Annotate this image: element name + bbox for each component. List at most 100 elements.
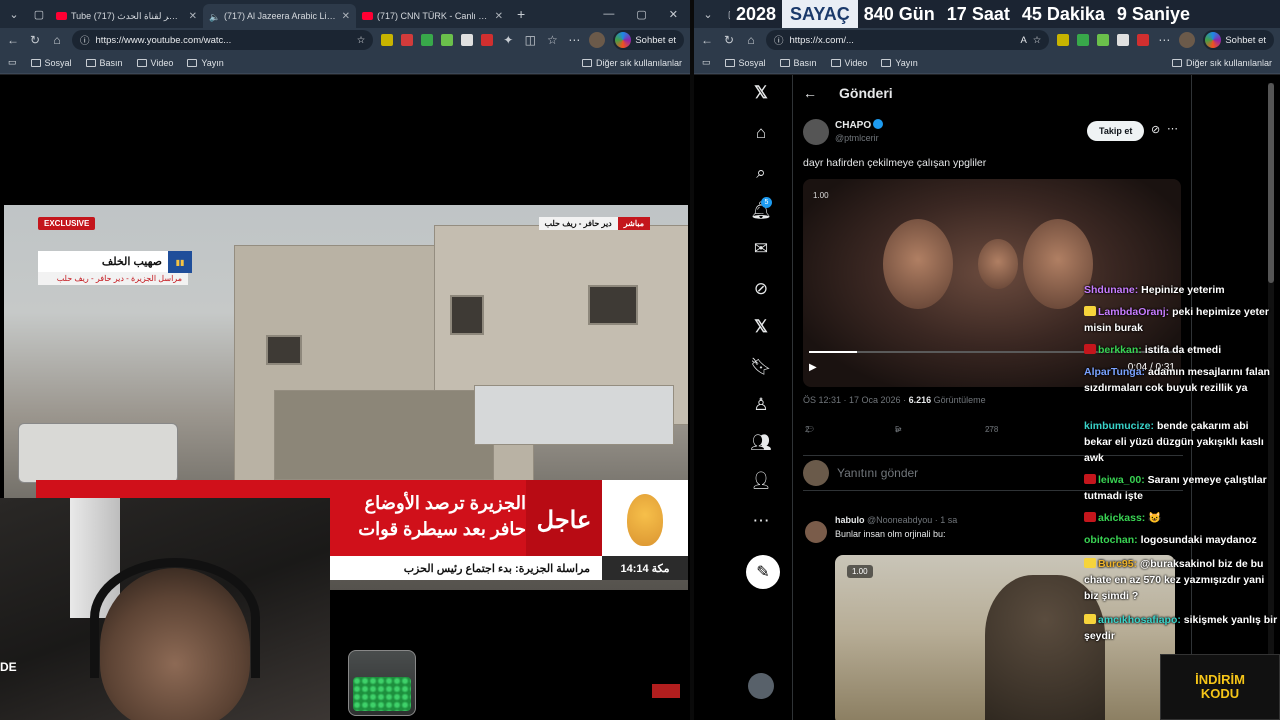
address-bar[interactable]: ⓘ https://www.youtube.com/watc... ☆ bbox=[72, 30, 374, 50]
read-aloud-icon[interactable]: A bbox=[1020, 35, 1026, 46]
back-icon[interactable]: ← bbox=[6, 33, 20, 47]
more-icon[interactable]: ⋯ bbox=[567, 33, 581, 47]
author-name[interactable]: CHAPO bbox=[835, 119, 884, 131]
extension-icon[interactable] bbox=[1077, 34, 1090, 46]
close-tab-icon[interactable]: ✕ bbox=[342, 11, 350, 22]
bookmarks-icon[interactable]: 🔖︎ bbox=[746, 357, 776, 377]
bookmark-label: Basın bbox=[793, 57, 817, 68]
chat-text: 😺 bbox=[1148, 512, 1162, 524]
post-timestamp[interactable]: ÖS 12:31 · 17 Oca 2026 · bbox=[803, 395, 909, 405]
bookmark-folder-sosyal[interactable]: Sosyal bbox=[30, 58, 72, 68]
promo-line-2: KODU bbox=[1200, 686, 1240, 701]
tab-actions-icon[interactable]: ⌄ bbox=[697, 3, 719, 25]
bookmark-folder-sosyal[interactable]: Sosyal bbox=[724, 58, 766, 68]
bookmark-folder-video[interactable]: Video bbox=[830, 58, 867, 68]
compose-post-button[interactable]: ✎ bbox=[746, 555, 780, 589]
extension-icon[interactable] bbox=[441, 34, 454, 46]
home-icon[interactable]: ⌂ bbox=[744, 33, 758, 47]
author-handle[interactable]: @ptmlcerir bbox=[835, 133, 879, 143]
close-tab-icon[interactable]: ✕ bbox=[189, 11, 197, 22]
extension-icon[interactable] bbox=[461, 34, 474, 46]
back-arrow-icon[interactable]: ← bbox=[803, 85, 817, 101]
ticker-headline: الجزيرة ترصد الأوضاع حافر بعد سيطرة قوات bbox=[336, 490, 526, 542]
refresh-icon[interactable]: ↻ bbox=[28, 33, 42, 47]
copilot-label: Sohbet et bbox=[635, 34, 676, 46]
minimize-icon[interactable]: — bbox=[603, 8, 614, 21]
new-tab-icon[interactable]: + bbox=[517, 6, 525, 22]
speaker-icon[interactable]: 🔈 bbox=[209, 12, 220, 22]
extension-icon[interactable] bbox=[1057, 34, 1070, 46]
account-avatar[interactable] bbox=[748, 673, 774, 699]
site-info-icon[interactable]: ⓘ bbox=[774, 33, 784, 47]
jobs-icon[interactable]: ♙ bbox=[746, 395, 776, 415]
extensions-puzzle-icon[interactable]: ✦ bbox=[501, 33, 515, 47]
x-logo-icon[interactable]: 𝕏 bbox=[746, 83, 776, 103]
favorite-star-icon[interactable]: ☆ bbox=[1033, 35, 1042, 46]
messages-icon[interactable]: ✉ bbox=[746, 239, 776, 259]
person bbox=[978, 239, 1018, 289]
bookmark-folder-basin[interactable]: Basın bbox=[779, 57, 817, 68]
comment-author[interactable]: habulo bbox=[835, 515, 865, 525]
maximize-icon[interactable]: ▢ bbox=[636, 8, 646, 21]
more-circle-icon[interactable]: ⋯ bbox=[746, 511, 776, 531]
extension-icon[interactable] bbox=[381, 34, 394, 46]
author-avatar[interactable] bbox=[803, 119, 829, 145]
extension-icon[interactable] bbox=[1117, 34, 1130, 46]
address-bar[interactable]: ⓘ https://x.com/... A ☆ bbox=[766, 30, 1050, 50]
more-icon[interactable]: ⋯ bbox=[1157, 33, 1171, 47]
tab-aljazeera[interactable]: 🔈 (717) Al Jazeera Arabic Live قناة ✕ bbox=[203, 4, 356, 28]
search-icon[interactable]: ⌕ bbox=[746, 163, 776, 183]
home-icon[interactable]: ⌂ bbox=[746, 123, 776, 143]
workspaces-icon[interactable]: ▢ bbox=[28, 3, 50, 25]
close-tab-icon[interactable]: ✕ bbox=[495, 11, 503, 22]
other-bookmarks[interactable]: Diğer sık kullanılanlar bbox=[581, 58, 682, 68]
counter-year: 2028 bbox=[736, 3, 777, 24]
bookmark-folder-basin[interactable]: Basın bbox=[85, 58, 123, 68]
chat-user: Burc95: bbox=[1098, 558, 1138, 570]
follow-button[interactable]: Takip et bbox=[1087, 121, 1145, 141]
refresh-icon[interactable]: ↻ bbox=[722, 33, 736, 47]
split-screen-icon[interactable]: ◫ bbox=[523, 33, 537, 47]
chat-message: AlparTunga: adamın mesajlarını falan sız… bbox=[1084, 364, 1278, 396]
copilot-button[interactable]: Sohbet et bbox=[1203, 30, 1274, 50]
tab-alhadath[interactable]: Tube البث المباشر لقناة الحدث (717) ✕ bbox=[50, 4, 203, 28]
post-more-icon[interactable]: ⋯ bbox=[1167, 122, 1178, 135]
profile-icon[interactable]: 👤︎ bbox=[746, 471, 776, 491]
extension-icon[interactable] bbox=[401, 34, 414, 46]
bookmark-label: Yayın bbox=[201, 57, 224, 68]
tab-cnnturk[interactable]: (717) CNN TÜRK - Canlı Yayın ✕ bbox=[356, 4, 509, 28]
notifications-icon[interactable]: 🔔︎ 5 bbox=[746, 197, 776, 221]
copilot-button[interactable]: Sohbet et bbox=[613, 30, 684, 50]
premium-x-icon[interactable]: 𝕏 bbox=[746, 317, 776, 337]
profile-avatar[interactable] bbox=[1179, 32, 1196, 48]
bookmark-folder-yayin[interactable]: Yayın bbox=[187, 57, 224, 68]
home-icon[interactable]: ⌂ bbox=[50, 33, 64, 47]
tab-actions-icon[interactable]: ⌄ bbox=[3, 3, 25, 25]
back-icon[interactable]: ← bbox=[700, 33, 714, 47]
comment-avatar[interactable] bbox=[805, 521, 827, 543]
bookmark-menu-icon[interactable]: ▭ bbox=[8, 57, 17, 68]
bookmark-menu-icon[interactable]: ▭ bbox=[702, 57, 711, 68]
extension-icon[interactable] bbox=[1137, 34, 1150, 46]
profile-avatar[interactable] bbox=[589, 32, 606, 48]
extension-icon[interactable] bbox=[421, 34, 434, 46]
other-bookmarks[interactable]: Diğer sık kullanılanlar bbox=[1171, 58, 1272, 68]
extension-icon[interactable] bbox=[1097, 34, 1110, 46]
scrollbar-thumb[interactable] bbox=[1268, 83, 1274, 283]
communities-icon[interactable]: 👥︎ bbox=[746, 433, 776, 453]
bookmark-folder-video[interactable]: Video bbox=[136, 58, 173, 68]
play-icon[interactable]: ▶ bbox=[809, 362, 817, 373]
chat-user: AlparTunga: bbox=[1084, 366, 1146, 378]
grok-explain-icon[interactable]: ⊘ bbox=[1151, 123, 1160, 136]
verified-icon bbox=[873, 119, 884, 129]
chat-user: akickass: bbox=[1098, 512, 1146, 524]
site-info-icon[interactable]: ⓘ bbox=[80, 33, 90, 47]
grok-icon[interactable]: ⊘ bbox=[746, 279, 776, 299]
favorite-star-icon[interactable]: ☆ bbox=[357, 35, 366, 46]
favorites-icon[interactable]: ☆ bbox=[545, 33, 559, 47]
close-window-icon[interactable]: ✕ bbox=[669, 8, 678, 21]
bookmark-folder-yayin[interactable]: Yayın bbox=[881, 58, 918, 68]
reply-placeholder[interactable]: Yanıtını gönder bbox=[837, 466, 918, 480]
extension-icon[interactable] bbox=[481, 34, 494, 46]
headline-line-2: حافر بعد سيطرة قوات bbox=[358, 519, 526, 539]
